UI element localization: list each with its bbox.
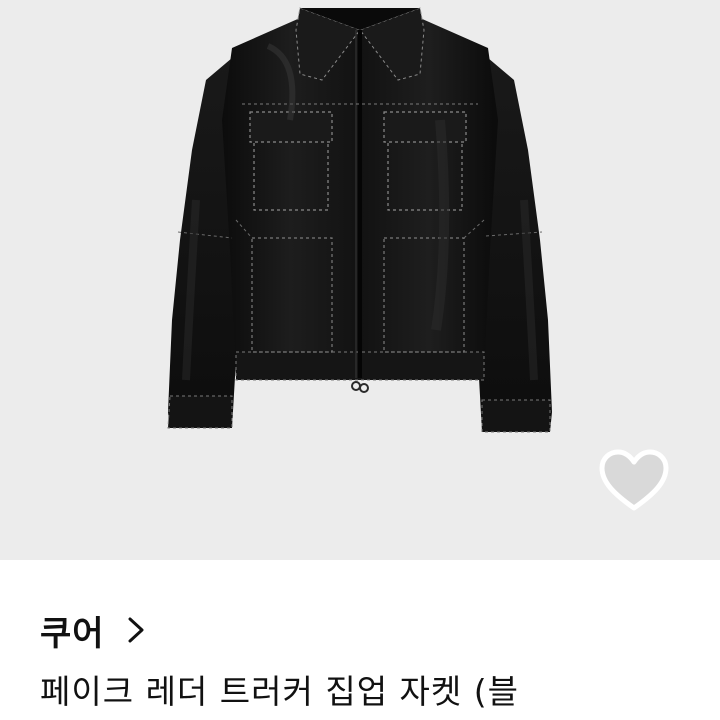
chevron-right-icon (127, 616, 145, 644)
heart-outline-icon (599, 449, 669, 511)
product-image[interactable] (0, 0, 720, 560)
shop-link[interactable]: 쿠어 (40, 606, 145, 654)
product-detail-screen: 쿠어 페이크 레더 트러커 집업 자켓 (블 (0, 0, 720, 720)
product-title: 페이크 레더 트러커 집업 자켓 (블 (40, 672, 520, 711)
wishlist-button[interactable] (596, 446, 672, 516)
shop-name: 쿠어 (40, 613, 105, 654)
